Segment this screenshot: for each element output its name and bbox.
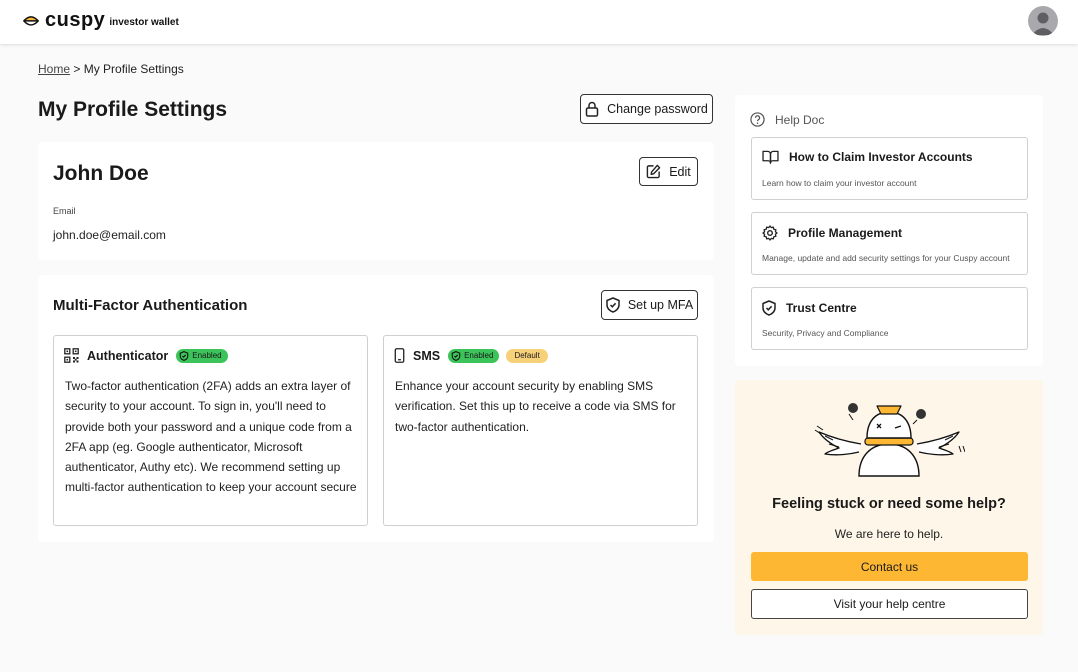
breadcrumb-home-link[interactable]: Home <box>38 62 70 76</box>
method-description: Enhance your account security by enablin… <box>395 379 676 434</box>
help-item-trust-centre[interactable]: Trust Centre Security, Privacy and Compl… <box>751 287 1028 350</box>
enabled-badge-label: Enabled <box>192 351 222 360</box>
gear-icon <box>762 225 778 241</box>
setup-mfa-button[interactable]: Set up MFA <box>601 290 698 320</box>
enabled-badge-label: Enabled <box>464 351 494 360</box>
help-doc-header: Help Doc <box>750 112 824 127</box>
edit-profile-button[interactable]: Edit <box>639 157 698 186</box>
method-name: SMS <box>413 348 441 363</box>
change-password-label: Change password <box>607 102 708 116</box>
shield-check-icon <box>179 350 189 361</box>
help-item-profile-management[interactable]: Profile Management Manage, update and ad… <box>751 212 1028 275</box>
help-item-title-row: Profile Management <box>762 225 902 241</box>
help-item-title: Trust Centre <box>786 301 857 315</box>
enabled-badge: Enabled <box>176 348 228 363</box>
mfa-method-authenticator[interactable]: Authenticator Enabled Two-factor authent… <box>53 335 368 526</box>
help-item-title: Profile Management <box>788 226 903 240</box>
phone-icon <box>394 348 405 363</box>
shield-check-icon <box>451 350 461 361</box>
visit-help-centre-button[interactable]: Visit your help centre <box>751 589 1028 619</box>
help-item-claim-accounts[interactable]: How to Claim Investor Accounts Learn how… <box>751 137 1028 200</box>
default-badge: Default <box>506 348 548 363</box>
user-name: John Doe <box>53 162 149 185</box>
help-item-desc: Security, Privacy and Compliance <box>762 328 889 338</box>
book-icon <box>762 150 779 164</box>
mfa-card: Multi-Factor Authentication Set up MFA A… <box>38 275 714 542</box>
help-item-title: How to Claim Investor Accounts <box>789 150 973 164</box>
contact-us-button[interactable]: Contact us <box>751 552 1028 581</box>
help-doc-card: Help Doc How to Claim Investor Accounts … <box>735 95 1043 366</box>
lock-icon <box>585 101 599 117</box>
user-avatar-icon[interactable] <box>1028 6 1058 36</box>
shield-check-icon <box>606 297 620 313</box>
help-circle-icon <box>750 112 765 127</box>
method-name: Authenticator <box>87 348 169 363</box>
enabled-badge: Enabled <box>448 348 500 363</box>
support-subtitle: We are here to help. <box>834 527 944 541</box>
page-title: My Profile Settings <box>38 98 228 121</box>
shield-icon <box>762 300 776 316</box>
email-value: john.doe@email.com <box>53 228 166 242</box>
edit-icon <box>646 164 661 179</box>
mfa-title: Multi-Factor Authentication <box>53 297 248 314</box>
qr-code-icon <box>64 348 79 363</box>
mfa-method-sms[interactable]: SMS Enabled Default Enhance your account… <box>383 335 698 526</box>
support-title: Feeling stuck or need some help? <box>772 496 1006 512</box>
method-description: Two-factor authentication (2FA) adds an … <box>65 379 357 495</box>
profile-card: John Doe Edit Email john.doe@email.com <box>38 142 714 260</box>
help-item-title-row: Trust Centre <box>762 300 857 316</box>
breadcrumb-current: My Profile Settings <box>83 62 184 76</box>
logo[interactable]: cuspy investor wallet <box>22 10 179 30</box>
help-doc-title: Help Doc <box>775 112 825 127</box>
help-item-desc: Manage, update and add security settings… <box>762 253 1010 263</box>
help-item-title-row: How to Claim Investor Accounts <box>762 150 973 164</box>
edit-label: Edit <box>669 164 691 179</box>
breadcrumb-separator: > <box>73 62 81 76</box>
top-header: cuspy investor wallet <box>0 0 1078 44</box>
cuspy-logo-icon <box>23 16 39 26</box>
setup-mfa-label: Set up MFA <box>627 298 694 312</box>
flying-mascot-illustration-icon <box>814 403 965 477</box>
brand-subtitle: investor wallet <box>109 16 179 28</box>
brand-name: cuspy <box>45 9 106 31</box>
support-card: Feeling stuck or need some help? We are … <box>735 380 1043 635</box>
help-item-desc: Learn how to claim your investor account <box>762 178 917 188</box>
method-header: Authenticator Enabled <box>64 348 235 363</box>
breadcrumb: Home > My Profile Settings <box>38 62 184 76</box>
change-password-button[interactable]: Change password <box>580 94 713 124</box>
method-header: SMS Enabled Default <box>394 348 555 363</box>
email-label: Email <box>53 206 76 216</box>
